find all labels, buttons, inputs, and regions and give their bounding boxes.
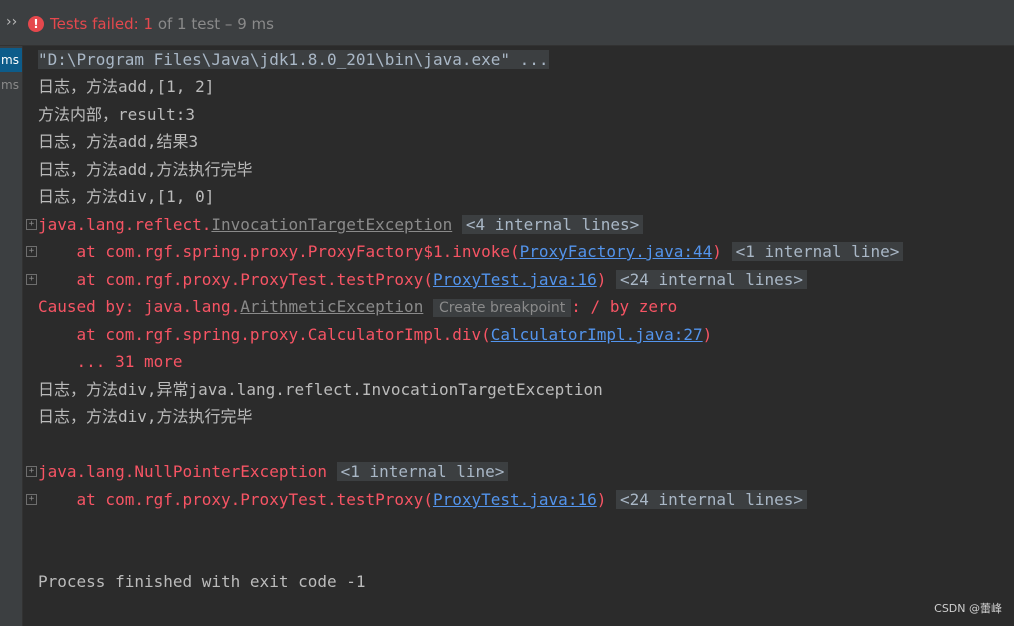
- test-duration-label: ms: [1, 53, 19, 67]
- stacktrace-paren: ): [702, 325, 713, 344]
- command-line-text[interactable]: "D:\Program Files\Java\jdk1.8.0_201\bin\…: [38, 50, 549, 69]
- stacktrace-paren: ): [596, 490, 607, 509]
- exception-class: java.lang.NullPointerException: [38, 462, 327, 481]
- console-line: 日志，方法div,[1, 0]: [38, 187, 215, 206]
- stacktrace-paren: ): [712, 242, 722, 261]
- stacktrace-frame: at com.rgf.spring.proxy.ProxyFactory$1.i…: [38, 242, 520, 261]
- fold-expand-icon[interactable]: +: [26, 466, 37, 477]
- fold-expand-icon[interactable]: +: [26, 219, 37, 230]
- console-line: 日志，方法div,异常java.lang.reflect.InvocationT…: [38, 380, 603, 399]
- stacktrace-frame: at com.rgf.spring.proxy.CalculatorImpl.d…: [38, 325, 491, 344]
- source-link[interactable]: ProxyFactory.java:44: [520, 242, 713, 261]
- tests-summary-label: of 1 test – 9 ms: [153, 15, 274, 33]
- test-tree-panel: ms ms: [0, 46, 23, 626]
- error-icon: !: [28, 16, 44, 32]
- internal-lines-fold[interactable]: <4 internal lines>: [461, 215, 644, 234]
- create-breakpoint-tooltip[interactable]: Create breakpoint: [432, 299, 572, 317]
- expand-toolbar-chevron-icon[interactable]: ››: [6, 14, 17, 30]
- console-line: 日志，方法add,[1, 2]: [38, 77, 215, 96]
- stacktrace-more-line: ... 31 more: [38, 352, 183, 371]
- process-finished-line: Process finished with exit code -1: [38, 572, 366, 591]
- console-output: "D:\Program Files\Java\jdk1.8.0_201\bin\…: [24, 46, 1014, 606]
- stacktrace-line: at com.rgf.spring.proxy.CalculatorImpl.d…: [38, 323, 713, 347]
- internal-lines-fold[interactable]: <24 internal lines>: [616, 270, 808, 289]
- fold-expand-icon[interactable]: +: [26, 246, 37, 257]
- exception-class-link[interactable]: InvocationTargetException: [211, 215, 452, 234]
- source-link[interactable]: ProxyTest.java:16: [433, 490, 597, 509]
- stacktrace-line: at com.rgf.proxy.ProxyTest.testProxy(Pro…: [38, 268, 808, 292]
- test-tree-item[interactable]: ms: [0, 73, 22, 97]
- exception-line: java.lang.NullPointerException <1 intern…: [38, 460, 509, 484]
- stacktrace-frame: at com.rgf.proxy.ProxyTest.testProxy(: [38, 270, 433, 289]
- test-tree-item[interactable]: ms: [0, 48, 22, 72]
- source-link[interactable]: ProxyTest.java:16: [433, 270, 597, 289]
- stacktrace-line: at com.rgf.spring.proxy.ProxyFactory$1.i…: [38, 240, 904, 264]
- exception-line: java.lang.reflect.InvocationTargetExcept…: [38, 213, 644, 237]
- console-line-command: "D:\Program Files\Java\jdk1.8.0_201\bin\…: [38, 48, 549, 72]
- exception-message: : / by zero: [571, 297, 678, 316]
- internal-lines-fold[interactable]: <1 internal line>: [731, 242, 904, 261]
- tests-failed-label: Tests failed: 1: [50, 15, 154, 33]
- stacktrace-paren: ): [596, 270, 607, 289]
- caused-by-prefix: Caused by: java.lang.: [38, 297, 241, 316]
- test-status-text: Tests failed: 1 of 1 test – 9 ms: [50, 15, 274, 33]
- fold-expand-icon[interactable]: +: [26, 274, 37, 285]
- console-line: 日志，方法add,结果3: [38, 132, 199, 151]
- stacktrace-line: at com.rgf.proxy.ProxyTest.testProxy(Pro…: [38, 488, 808, 512]
- caused-by-line: Caused by: java.lang.ArithmeticException…: [38, 295, 677, 319]
- test-status-toolbar: ›› ! Tests failed: 1 of 1 test – 9 ms: [0, 0, 1014, 46]
- exception-class-link[interactable]: ArithmeticException: [240, 297, 423, 316]
- console-line: 方法内部，result:3: [38, 105, 196, 124]
- watermark: CSDN @蕾峰: [934, 602, 1002, 615]
- stacktrace-frame: at com.rgf.proxy.ProxyTest.testProxy(: [38, 490, 433, 509]
- console-line: 日志，方法add,方法执行完毕: [38, 160, 253, 179]
- source-link[interactable]: CalculatorImpl.java:27: [491, 325, 703, 344]
- internal-lines-fold[interactable]: <1 internal line>: [336, 462, 509, 481]
- test-duration-label: ms: [1, 78, 19, 92]
- exception-package: java.lang.reflect.: [38, 215, 212, 234]
- console-line: 日志，方法div,方法执行完毕: [38, 407, 253, 426]
- internal-lines-fold[interactable]: <24 internal lines>: [616, 490, 808, 509]
- fold-expand-icon[interactable]: +: [26, 494, 37, 505]
